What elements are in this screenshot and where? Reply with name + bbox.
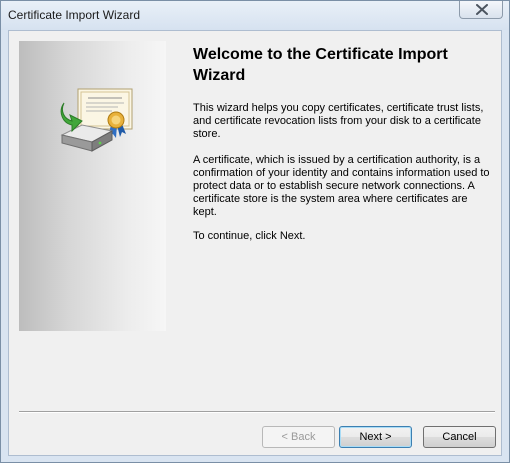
close-icon xyxy=(476,4,488,15)
button-area-divider xyxy=(19,411,495,413)
wizard-body: Welcome to the Certificate Import Wizard… xyxy=(8,30,502,456)
continue-instruction: To continue, click Next. xyxy=(193,230,306,242)
page-title: Welcome to the Certificate Import Wizard xyxy=(193,46,448,84)
intro-paragraph: This wizard helps you copy certificates,… xyxy=(193,102,484,140)
certificate-description-paragraph: A certificate, which is issued by a cert… xyxy=(193,154,490,218)
title-bar[interactable]: Certificate Import Wizard xyxy=(1,1,509,30)
next-button[interactable]: Next > xyxy=(339,426,412,448)
cancel-button[interactable]: Cancel xyxy=(423,426,496,448)
certificate-import-wizard-window: Certificate Import Wizard Welcome to the… xyxy=(0,0,510,463)
close-button[interactable] xyxy=(459,1,503,19)
back-button[interactable]: < Back xyxy=(262,426,335,448)
window-title: Certificate Import Wizard xyxy=(8,8,141,22)
wizard-side-panel xyxy=(19,41,166,331)
certificate-import-icon xyxy=(60,88,133,152)
